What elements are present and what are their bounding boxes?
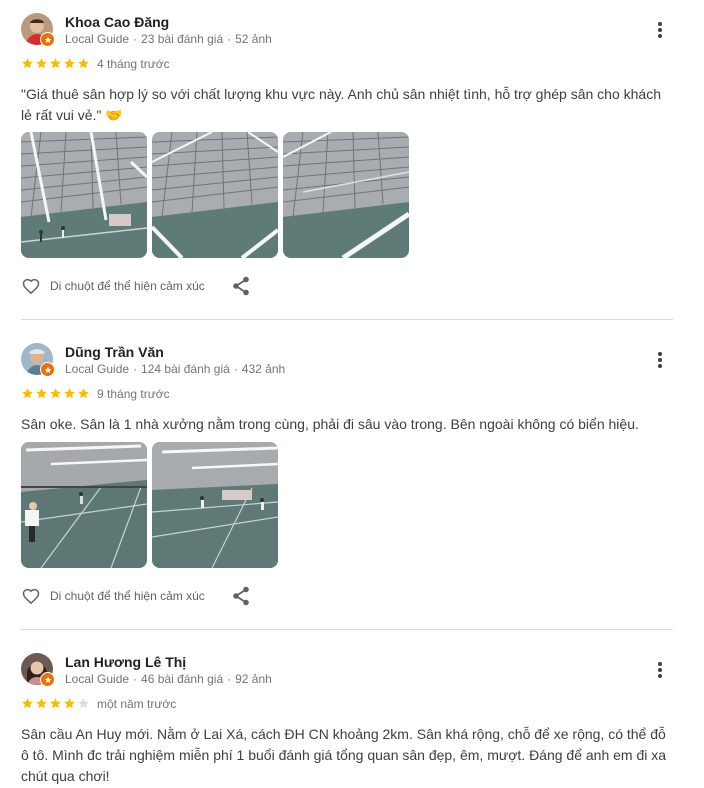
react-label: Di chuột để thể hiện cảm xúc <box>50 279 205 293</box>
review-text: Sân oke. Sân là 1 nhà xưởng nằm trong cù… <box>21 416 639 432</box>
review-count: 23 bài đánh giá <box>141 32 224 46</box>
star-rating <box>21 57 90 71</box>
reviewer-meta: Local Guide · 46 bài đánh giá · 92 ảnh <box>65 672 272 686</box>
reviewer-name[interactable]: Lan Hương Lê Thị <box>65 654 186 670</box>
review-photo[interactable] <box>152 442 278 568</box>
review-time: 9 tháng trước <box>97 387 170 401</box>
star-icon <box>49 57 62 70</box>
review-text: "Giá thuê sân hợp lý so với chất lượng k… <box>21 86 661 123</box>
star-icon <box>21 57 34 70</box>
react-button[interactable]: Di chuột để thể hiện cảm xúc <box>21 586 205 606</box>
review-time: 4 tháng trước <box>97 57 170 71</box>
star-icon <box>63 697 76 710</box>
photo-count: 92 ảnh <box>235 672 272 686</box>
star-icon <box>77 697 90 710</box>
review-card: Lan Hương Lê Thị Local Guide · 46 bài đánh… <box>0 653 704 788</box>
reviewer-name[interactable]: Dũng Trần Văn <box>65 344 164 360</box>
star-icon <box>21 697 34 710</box>
star-icon <box>21 387 34 400</box>
more-vert-icon <box>658 662 662 678</box>
more-vert-icon <box>658 352 662 368</box>
review-actions: Di chuột để thể hiện cảm xúc <box>21 274 253 298</box>
local-guide-badge-icon <box>40 32 55 47</box>
star-icon <box>77 57 90 70</box>
star-icon <box>49 697 62 710</box>
reviewer-meta: Local Guide · 124 bài đánh giá · 432 ảnh <box>65 362 286 376</box>
avatar[interactable] <box>21 343 55 377</box>
review-photo[interactable] <box>283 132 409 258</box>
star-rating <box>21 697 90 711</box>
star-rating <box>21 387 90 401</box>
more-options-button[interactable] <box>648 18 672 42</box>
photo-count: 52 ảnh <box>235 32 272 46</box>
star-icon <box>63 57 76 70</box>
review-count: 46 bài đánh giá <box>141 672 224 686</box>
divider <box>21 319 673 320</box>
review-text: Sân cầu An Huy mới. Nằm ở Lai Xá, cách Đ… <box>21 726 667 784</box>
review-photo[interactable] <box>21 132 147 258</box>
more-options-button[interactable] <box>648 348 672 372</box>
heart-outline-icon <box>22 278 40 295</box>
review-card: Dũng Trần Văn Local Guide · 124 bài đánh g… <box>0 343 704 613</box>
photo-count: 432 ảnh <box>241 362 286 376</box>
reviewer-meta: Local Guide · 23 bài đánh giá · 52 ảnh <box>65 32 272 46</box>
reviewer-name[interactable]: Khoa Cao Đăng <box>65 14 169 30</box>
more-options-button[interactable] <box>648 658 672 682</box>
share-icon <box>232 276 249 296</box>
share-button[interactable] <box>229 274 253 298</box>
review-photo[interactable] <box>152 132 278 258</box>
react-button[interactable]: Di chuột để thể hiện cảm xúc <box>21 276 205 296</box>
reviews-feed: Khoa Cao Đăng Local Guide · 23 bài đánh gi… <box>0 0 704 788</box>
star-icon <box>35 387 48 400</box>
review-card: Khoa Cao Đăng Local Guide · 23 bài đánh gi… <box>0 13 704 303</box>
review-photos <box>21 442 278 568</box>
star-icon <box>35 57 48 70</box>
review-photos <box>21 132 409 258</box>
review-actions: Di chuột để thể hiện cảm xúc <box>21 584 253 608</box>
share-button[interactable] <box>229 584 253 608</box>
star-icon <box>49 387 62 400</box>
avatar[interactable] <box>21 653 55 687</box>
local-guide-label: Local Guide <box>65 672 130 686</box>
star-icon <box>63 387 76 400</box>
share-icon <box>232 586 249 606</box>
local-guide-label: Local Guide <box>65 362 130 376</box>
react-label: Di chuột để thể hiện cảm xúc <box>50 589 205 603</box>
local-guide-label: Local Guide <box>65 32 130 46</box>
local-guide-badge-icon <box>40 672 55 687</box>
star-icon <box>35 697 48 710</box>
more-vert-icon <box>658 22 662 38</box>
review-photo[interactable] <box>21 442 147 568</box>
avatar[interactable] <box>21 13 55 47</box>
divider <box>21 629 673 630</box>
review-count: 124 bài đánh giá <box>141 362 230 376</box>
review-time: một năm trước <box>97 697 177 711</box>
local-guide-badge-icon <box>40 362 55 377</box>
heart-outline-icon <box>22 588 40 605</box>
star-icon <box>77 387 90 400</box>
